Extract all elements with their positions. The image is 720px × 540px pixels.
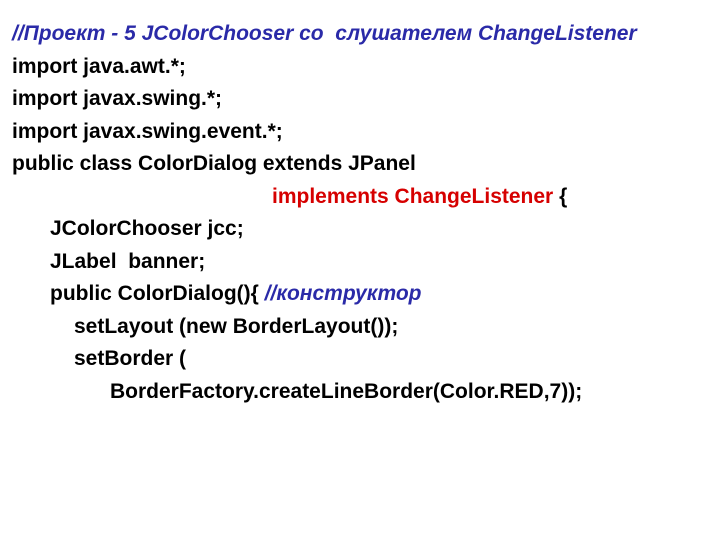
- keyword-implements: implements ChangeListener: [272, 185, 553, 208]
- code-line: import javax.swing.event.*;: [12, 116, 708, 149]
- code-line: public class ColorDialog extends JPanel: [12, 148, 708, 181]
- code-line: import java.awt.*;: [12, 51, 708, 84]
- code-line: import javax.swing.*;: [12, 83, 708, 116]
- code-line: setBorder (: [12, 343, 708, 376]
- code-line: public ColorDialog(){ //конструктор: [12, 278, 708, 311]
- code-line: JLabel banner;: [12, 246, 708, 279]
- inline-comment: //конструктор: [265, 282, 422, 305]
- code-line-comment: //Проект - 5 JColorChooser со слушателем…: [12, 18, 708, 51]
- brace-open: {: [553, 185, 567, 208]
- constructor-decl: public ColorDialog(){: [50, 282, 265, 305]
- code-line: implements ChangeListener {: [12, 181, 708, 214]
- code-line: BorderFactory.createLineBorder(Color.RED…: [12, 376, 708, 409]
- code-line: JColorChooser jcc;: [12, 213, 708, 246]
- code-line: setLayout (new BorderLayout());: [12, 311, 708, 344]
